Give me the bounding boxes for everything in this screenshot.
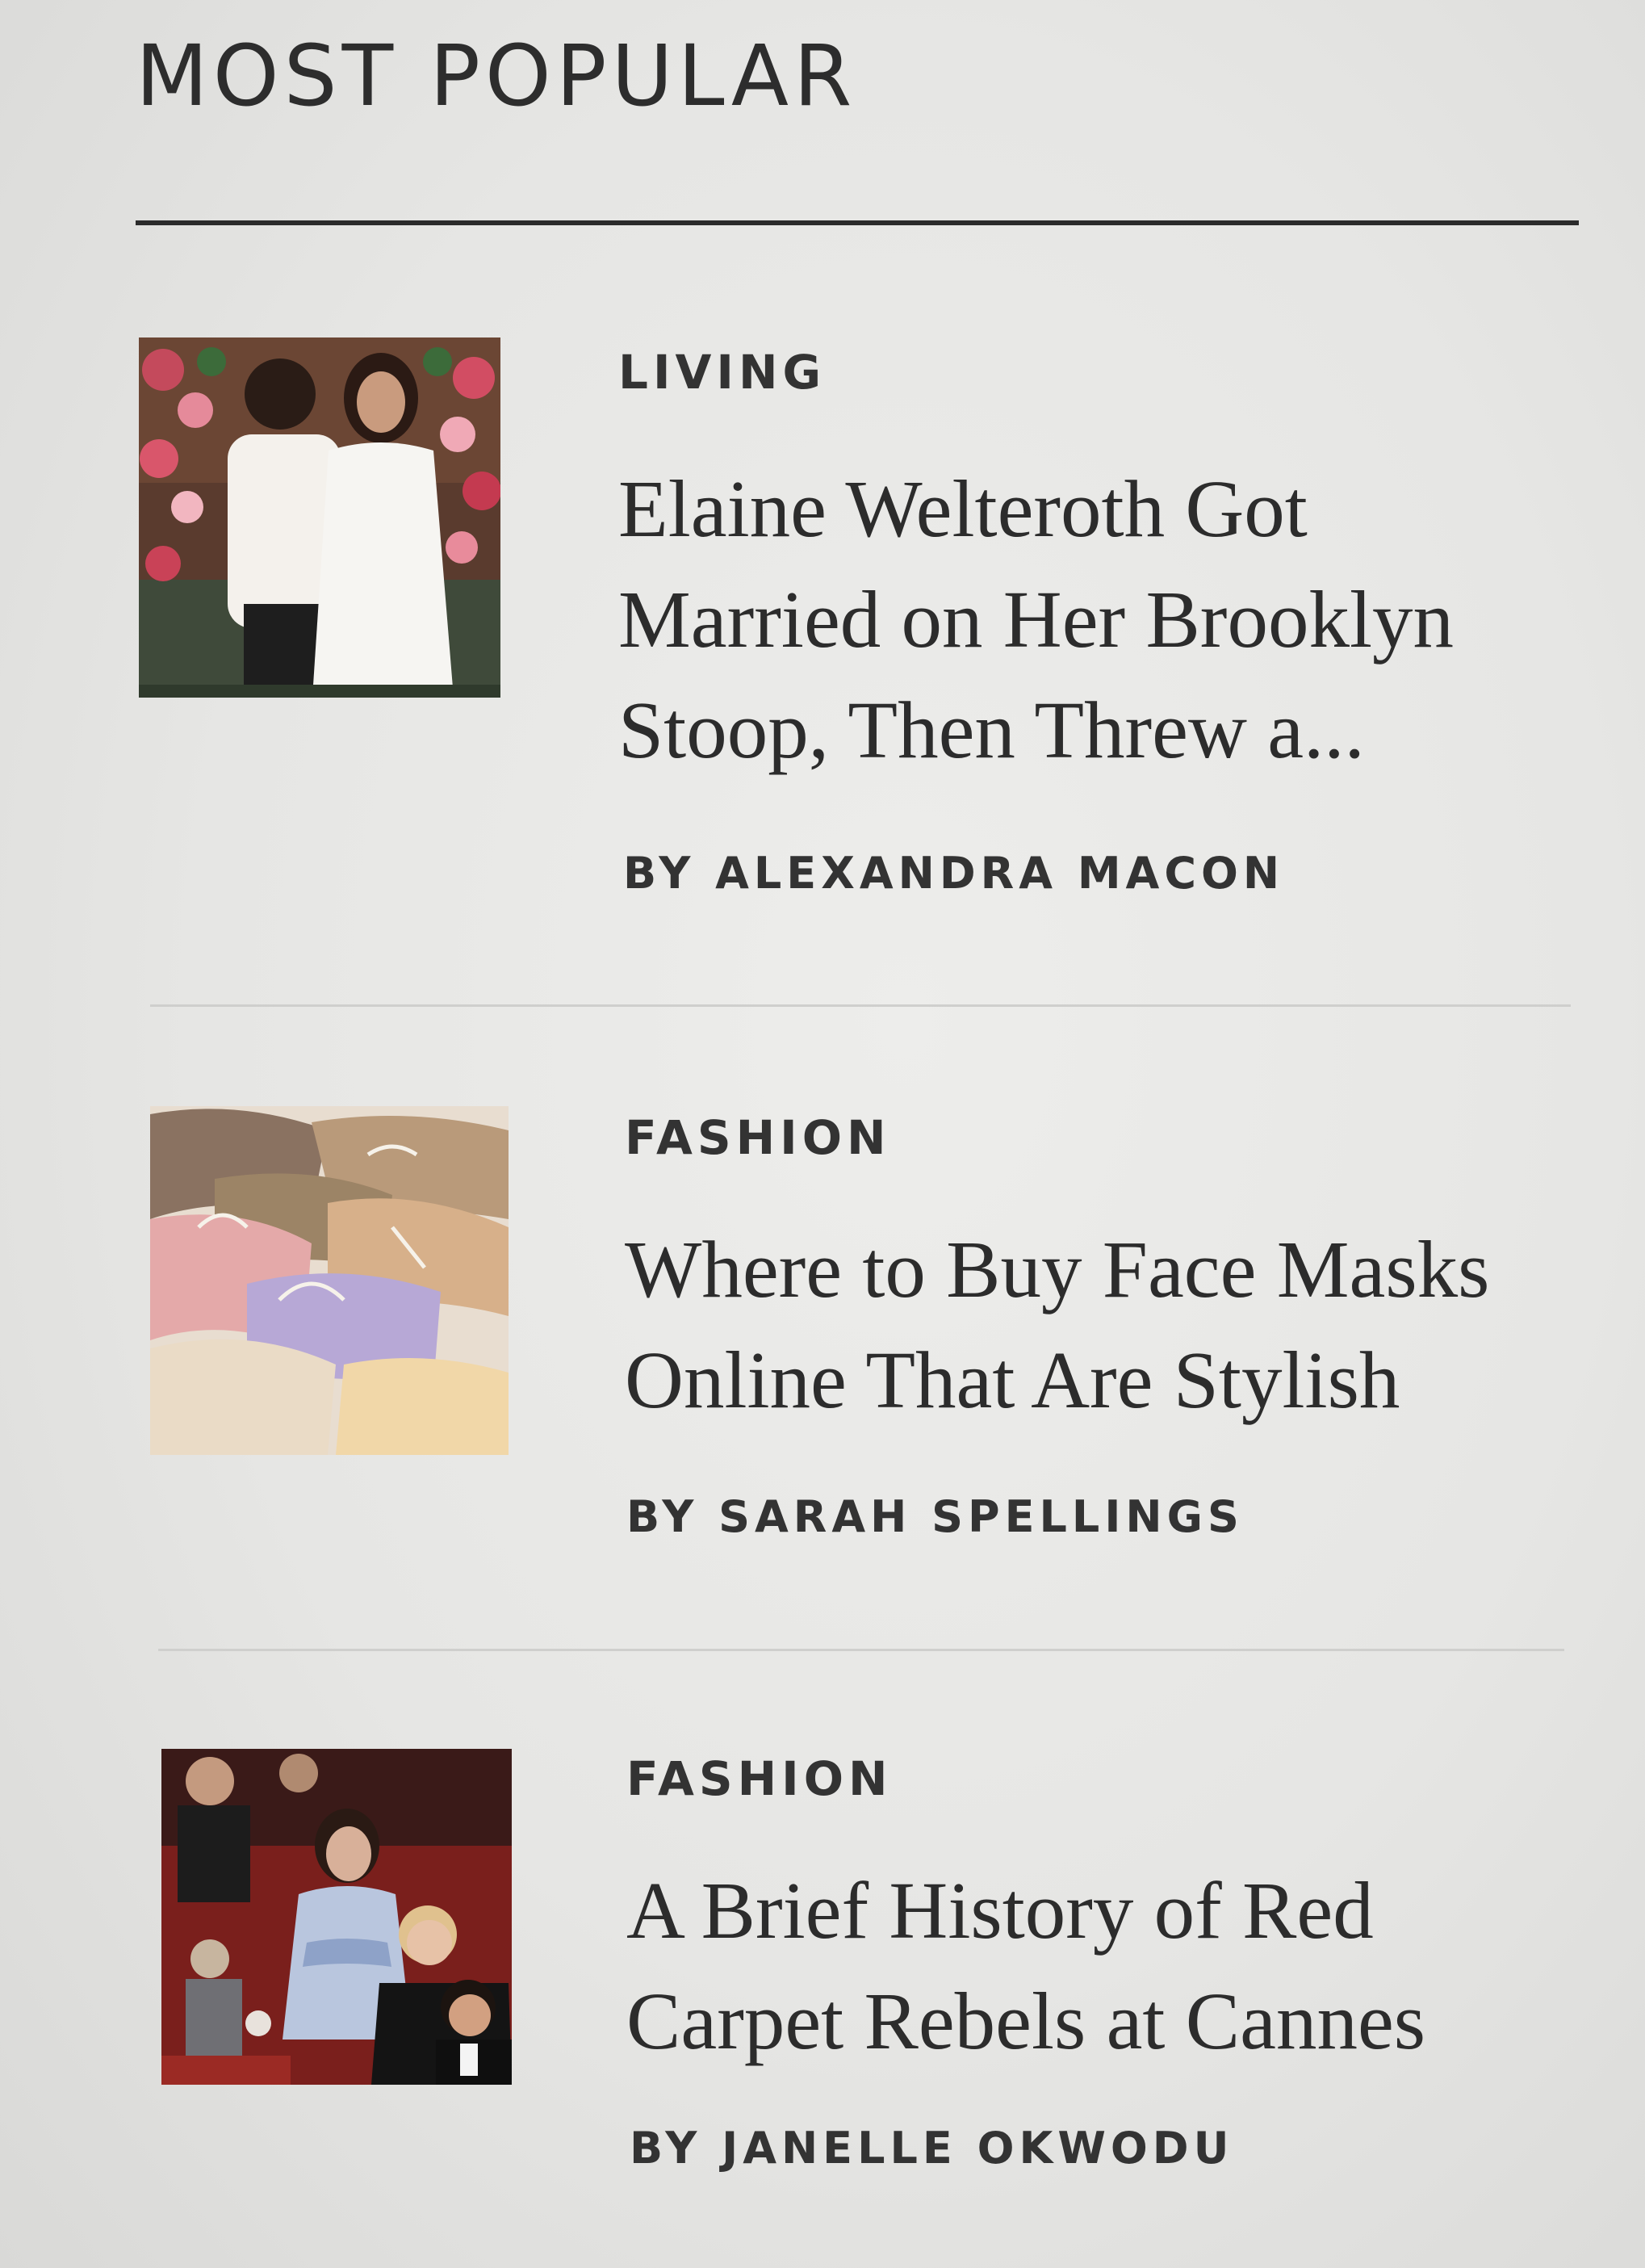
article-divider (158, 1649, 1564, 1651)
article-category[interactable]: FASHION (626, 1755, 893, 1802)
article-byline[interactable]: BY JANELLE OKWODU (630, 2127, 1233, 2170)
section-title: MOST POPULAR (136, 27, 857, 125)
most-popular-page: { "section": { "title": "MOST POPULAR" }… (0, 0, 1645, 2268)
article-divider (150, 1004, 1571, 1007)
article-thumbnail-wedding[interactable] (139, 337, 500, 698)
section-title-rule (136, 220, 1579, 225)
article-byline[interactable]: BY ALEXANDRA MACON (623, 852, 1284, 895)
article-category[interactable]: FASHION (625, 1114, 891, 1161)
article-byline[interactable]: BY SARAH SPELLINGS (626, 1495, 1244, 1539)
article-thumbnail-face-masks[interactable] (150, 1106, 509, 1455)
article-thumbnail-red-carpet[interactable] (161, 1749, 512, 2085)
article-headline[interactable]: Elaine Welteroth Got Married on Her Broo… (618, 454, 1538, 786)
article-category[interactable]: LIVING (618, 349, 826, 396)
article-headline[interactable]: Where to Buy Face Masks Online That Are … (625, 1214, 1545, 1436)
article-headline[interactable]: A Brief History of Red Carpet Rebels at … (626, 1855, 1547, 2077)
